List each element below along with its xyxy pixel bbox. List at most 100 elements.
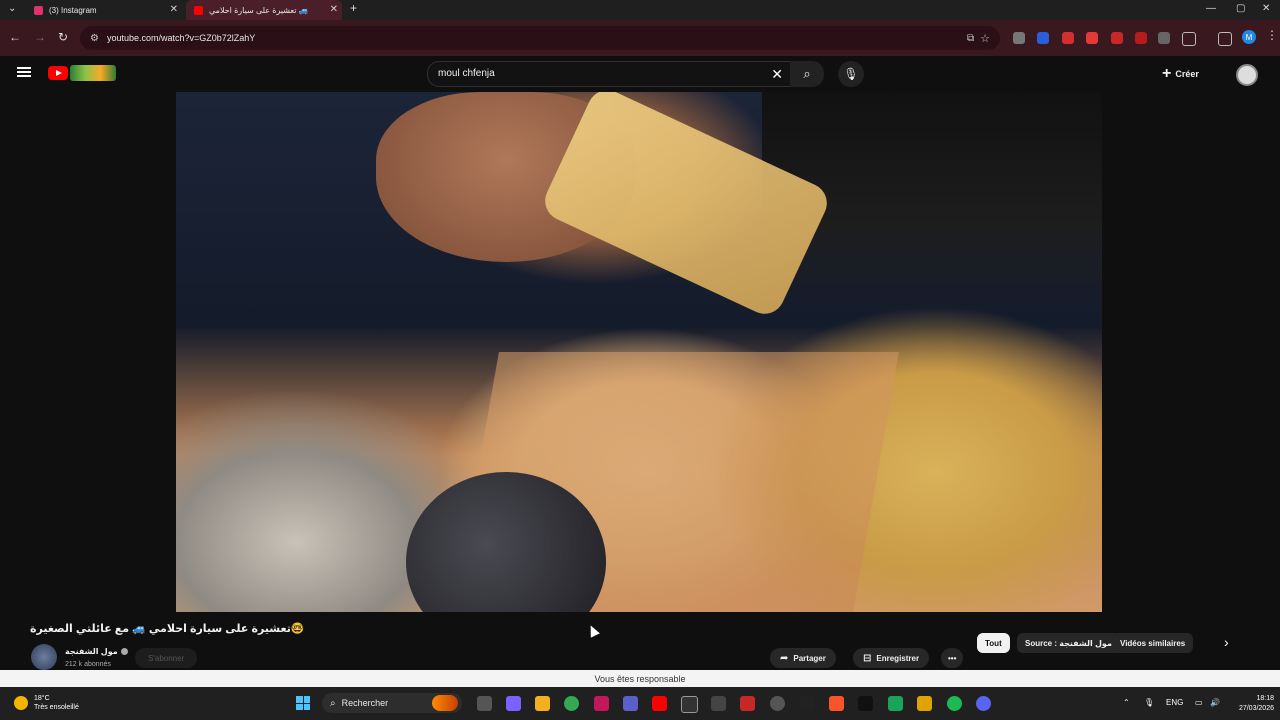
create-label: Créer — [1175, 69, 1199, 79]
video-player[interactable] — [176, 92, 1102, 612]
task-view-icon[interactable] — [477, 696, 492, 711]
extension-icon[interactable] — [1062, 32, 1074, 44]
youtube-header: moul chfenja ✕ ⌕ 🎙 + Créer — [0, 56, 1280, 92]
address-bar-row: ← → ↻ ⚙ youtube.com/watch?v=GZ0b72lZahY … — [0, 20, 1280, 56]
extension-icon[interactable] — [1158, 32, 1170, 44]
more-icon: ••• — [948, 653, 957, 663]
bookmark-star-icon[interactable]: ☆ — [980, 32, 990, 45]
tab-title: تعشيرة على سيارة احلامي 🚙 — [209, 5, 309, 15]
install-app-icon[interactable]: ⧉ — [967, 33, 974, 44]
profile-avatar[interactable]: M — [1242, 30, 1256, 44]
url-text: youtube.com/watch?v=GZ0b72lZahY — [106, 33, 256, 43]
discord-icon[interactable] — [976, 696, 991, 711]
extension-icon[interactable] — [1013, 32, 1025, 44]
minimize-icon[interactable]: — — [1206, 3, 1216, 14]
chip-source[interactable]: Source : مول الشفنجة — [1017, 633, 1120, 653]
copilot-icon[interactable] — [506, 696, 521, 711]
weather-desc: Très ensoleillé — [34, 704, 79, 711]
app-icon[interactable] — [681, 696, 698, 713]
chip-similar-videos[interactable]: Vidéos similaires — [1112, 633, 1194, 653]
site-info-icon[interactable]: ⚙ — [90, 33, 99, 44]
volume-icon[interactable]: 🔊 — [1210, 698, 1220, 707]
create-button[interactable]: + Créer — [1162, 64, 1199, 84]
forward-icon[interactable]: → — [34, 30, 46, 44]
channel-avatar[interactable] — [31, 644, 57, 670]
extension-icon[interactable] — [1037, 32, 1049, 44]
taskbar-search[interactable]: ⌕ Rechercher — [322, 693, 462, 713]
plus-icon: + — [1162, 65, 1172, 82]
app-icon[interactable] — [770, 696, 785, 711]
app-icon[interactable] — [917, 696, 932, 711]
verified-icon — [120, 648, 128, 656]
channel-name[interactable]: مول الشفنجة — [65, 647, 128, 656]
video-info-section: 🤓تعشيرة على سيارة احلامي 🚙 مع عائلتي الص… — [0, 612, 1280, 670]
app-icon[interactable] — [594, 696, 609, 711]
network-icon[interactable]: ▭ — [1195, 698, 1203, 707]
youtube-doodle[interactable] — [70, 65, 116, 81]
app-icon[interactable] — [800, 696, 815, 711]
extension-icon[interactable] — [1086, 32, 1098, 44]
teams-icon[interactable] — [623, 696, 638, 711]
share-button[interactable]: ➦ Partager — [770, 648, 836, 668]
subscriber-count: 212 k abonnés — [65, 661, 111, 668]
search-icon: ⌕ — [330, 697, 336, 709]
extensions-puzzle-icon[interactable] — [1182, 32, 1196, 46]
browser-menu-icon[interactable]: ⋮ — [1266, 28, 1278, 42]
app-icon[interactable] — [740, 696, 755, 711]
close-tab-icon[interactable]: ✕ — [170, 4, 178, 16]
hamburger-menu-icon[interactable] — [17, 67, 31, 69]
browser-tab-strip: ⌄ (3) Instagram ✕ تعشيرة على سيارة احلام… — [0, 0, 1280, 20]
chips-next-icon[interactable]: › — [1224, 634, 1229, 650]
taskbar: 18°C Très ensoleillé ⌕ Rechercher ⌃ 🎙 EN… — [0, 687, 1280, 720]
new-tab-icon[interactable]: + — [350, 1, 357, 15]
tab-instagram[interactable]: (3) Instagram ✕ — [26, 0, 182, 20]
omnibox[interactable]: ⚙ youtube.com/watch?v=GZ0b72lZahY ⧉ ☆ — [80, 26, 1000, 50]
chip-all[interactable]: Tout — [977, 633, 1010, 653]
more-actions-button[interactable]: ••• — [941, 648, 964, 668]
bookmark-icon: ⊟ — [863, 652, 872, 664]
date: 27/03/2026 — [1238, 705, 1274, 712]
tab-youtube[interactable]: تعشيرة على سيارة احلامي 🚙 ✕ — [186, 0, 342, 20]
info-banner: Vous êtes responsable — [0, 670, 1280, 687]
close-window-icon[interactable]: ✕ — [1262, 3, 1270, 14]
share-label: Partager — [793, 653, 826, 663]
search-query: moul chfenja — [438, 68, 495, 79]
start-button[interactable] — [296, 696, 310, 710]
back-icon[interactable]: ← — [9, 30, 21, 44]
video-title: 🤓تعشيرة على سيارة احلامي 🚙 مع عائلتي الص… — [30, 623, 305, 635]
reload-icon[interactable]: ↻ — [58, 30, 68, 44]
youtube-logo[interactable] — [48, 66, 68, 80]
sun-icon — [14, 696, 28, 710]
tab-title: (3) Instagram — [49, 5, 97, 15]
clear-search-icon[interactable]: ✕ — [771, 66, 783, 83]
youtube-app-icon[interactable] — [652, 696, 667, 711]
file-explorer-icon[interactable] — [535, 696, 550, 711]
app-icon[interactable] — [711, 696, 726, 711]
microphone-tray-icon[interactable]: 🎙 — [1144, 698, 1154, 707]
close-tab-icon[interactable]: ✕ — [330, 4, 338, 16]
language-indicator[interactable]: ENG — [1166, 698, 1183, 707]
instagram-icon — [34, 5, 43, 15]
maximize-icon[interactable]: ▢ — [1236, 3, 1245, 14]
share-icon: ➦ — [780, 652, 789, 664]
subscribe-button[interactable]: S'abonner — [135, 648, 198, 668]
search-icon: ⌕ — [803, 66, 811, 81]
weather-widget[interactable]: 18°C Très ensoleillé — [14, 694, 79, 712]
extension-icon[interactable] — [1111, 32, 1123, 44]
spotify-icon[interactable] — [947, 696, 962, 711]
app-icon[interactable] — [888, 696, 903, 711]
voice-search-button[interactable]: 🎙 — [838, 61, 864, 87]
tray-overflow-icon[interactable]: ⌃ — [1123, 698, 1130, 707]
extension-icon[interactable] — [1135, 32, 1147, 44]
tab-list-icon[interactable]: ⌄ — [8, 3, 16, 14]
search-input[interactable]: moul chfenja ✕ — [427, 61, 794, 87]
brave-icon[interactable] — [829, 696, 844, 711]
search-button[interactable]: ⌕ — [790, 61, 824, 87]
app-icon[interactable] — [858, 696, 873, 711]
chrome-icon[interactable] — [564, 696, 579, 711]
save-button[interactable]: ⊟ Enregistrer — [853, 648, 930, 668]
account-avatar[interactable] — [1236, 64, 1258, 86]
clock[interactable]: 18:18 27/03/2026 — [1232, 694, 1274, 714]
channel-name-text: مول الشفنجة — [65, 647, 118, 656]
reading-list-icon[interactable] — [1218, 32, 1232, 46]
